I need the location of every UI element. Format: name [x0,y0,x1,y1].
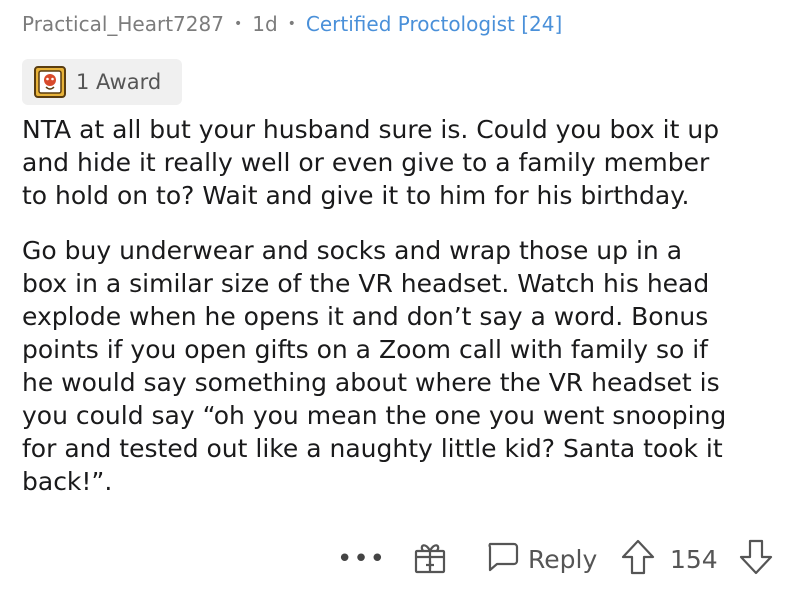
award-count: 1 Award [76,70,162,94]
comment-action-bar: ••• Reply 154 [0,537,800,581]
arrow-up-icon [620,538,656,580]
give-award-button[interactable] [412,537,448,581]
gift-icon [412,539,448,579]
comment-header: Practical_Heart7287 • 1d • Certified Pro… [22,8,562,40]
reply-button[interactable]: Reply [484,537,597,581]
comment-body: NTA at all but your husband sure is. Cou… [22,113,782,498]
award-badge[interactable]: 1 Award [22,59,182,105]
author-username[interactable]: Practical_Heart7287 [22,12,224,36]
user-flair: Certified Proctologist [24] [305,12,563,36]
more-options-button[interactable]: ••• [337,537,386,581]
speech-bubble-icon [484,538,528,580]
separator-dot: • [233,16,243,32]
vote-score: 154 [670,544,718,574]
upvote-button[interactable] [620,537,656,581]
reply-label: Reply [528,544,598,574]
award-icon [34,66,66,98]
comment-paragraph: NTA at all but your husband sure is. Cou… [22,115,720,210]
arrow-down-icon [738,538,774,580]
comment-paragraph: Go buy underwear and socks and wrap thos… [22,236,727,496]
downvote-button[interactable] [738,537,774,581]
comment-age[interactable]: 1d [252,12,277,36]
separator-dot: • [287,16,296,32]
